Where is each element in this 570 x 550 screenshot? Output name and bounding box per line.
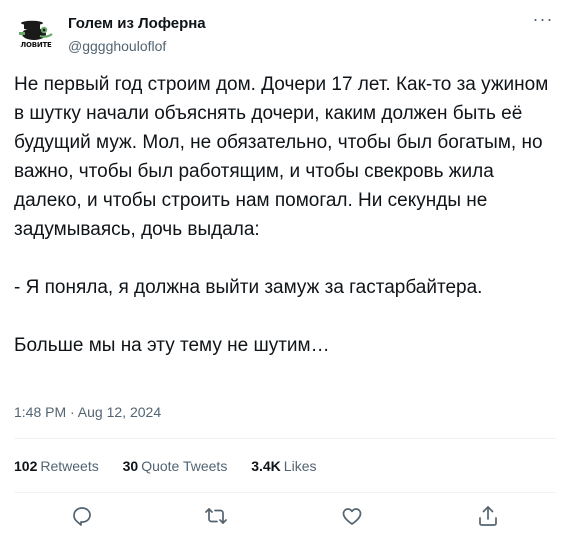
avatar-image [14, 12, 58, 56]
tweet-timestamp[interactable]: 1:48 PM · Aug 12, 2024 [14, 404, 161, 420]
share-icon [479, 506, 497, 526]
share-button[interactable] [476, 504, 504, 532]
tweet-paragraph: Не первый год строим дом. Дочери 17 лет.… [14, 74, 554, 240]
tweet-actions [14, 500, 556, 536]
tweet-header: ЛОВИТЕ Голем из Лоферна @gggghouloflof ·… [14, 10, 559, 60]
tweet-stats: 102 Retweets 30 Quote Tweets 3.4K Likes [14, 458, 336, 478]
author-name[interactable]: Голем из Лоферна [68, 15, 206, 32]
reply-button[interactable] [70, 504, 98, 532]
author-handle[interactable]: @gggghouloflof [68, 38, 166, 54]
retweet-icon [205, 508, 227, 524]
retweets-count: 102 [14, 458, 38, 474]
avatar-logo-text: ЛОВИТЕ [20, 41, 52, 49]
reply-icon [73, 507, 91, 526]
more-options-button[interactable]: ··· [529, 10, 557, 34]
avatar[interactable]: ЛОВИТЕ [14, 12, 58, 56]
tweet-paragraph: Больше мы на эту тему не шутим… [14, 335, 330, 356]
retweet-button[interactable] [204, 504, 232, 532]
tweet-text: Не первый год строим дом. Дочери 17 лет.… [14, 70, 559, 360]
divider [14, 438, 556, 439]
like-button[interactable] [340, 504, 368, 532]
heart-icon [342, 508, 362, 525]
retweets-stat[interactable]: 102 Retweets [14, 458, 99, 474]
divider [14, 492, 556, 493]
likes-label: Likes [283, 458, 317, 474]
retweets-label: Retweets [40, 458, 99, 474]
more-horizontal-icon: ··· [532, 9, 554, 29]
tweet: ЛОВИТЕ Голем из Лоферна @gggghouloflof ·… [0, 0, 570, 550]
quotes-label: Quote Tweets [141, 458, 228, 474]
quotes-stat[interactable]: 30 Quote Tweets [123, 458, 228, 474]
tweet-paragraph: - Я поняла, я должна выйти замуж за гаст… [14, 277, 483, 298]
quotes-count: 30 [122, 458, 139, 474]
likes-count: 3.4K [251, 458, 281, 474]
likes-stat[interactable]: 3.4K Likes [251, 458, 316, 474]
